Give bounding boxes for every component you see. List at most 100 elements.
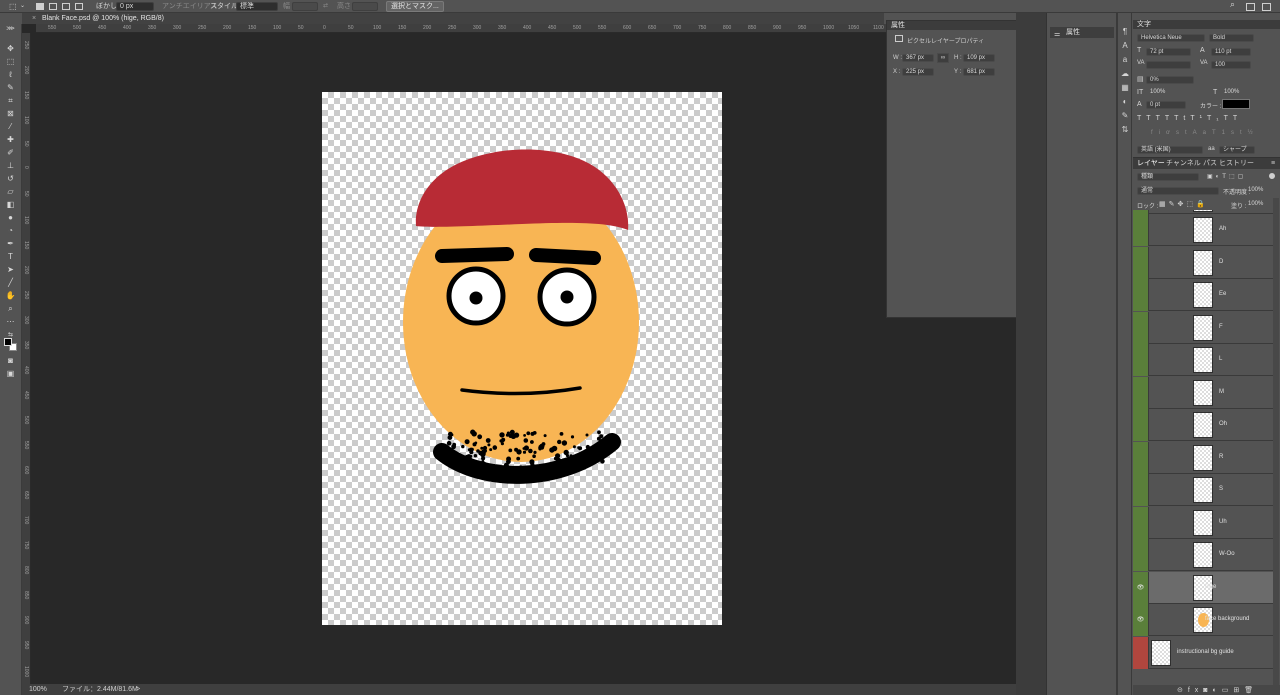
healing-tool-icon[interactable]: ✚ xyxy=(5,135,16,145)
document-tab[interactable]: × Blank Face.psd @ 100% (hige, RGB/8) xyxy=(22,13,172,24)
visibility-toggle[interactable] xyxy=(1133,246,1149,279)
baseline-field[interactable]: 0 pt xyxy=(1146,101,1186,109)
kerning-field[interactable] xyxy=(1146,61,1191,69)
layer-row[interactable]: L xyxy=(1133,344,1273,376)
all-caps-icon[interactable]: TT xyxy=(1156,115,1175,122)
quick-mask-icon[interactable]: ◙ xyxy=(5,356,16,366)
width-field[interactable]: 367 px xyxy=(902,54,934,62)
layer-row[interactable]: instructional bg guide xyxy=(1133,636,1273,669)
visibility-toggle[interactable] xyxy=(1133,506,1149,539)
select-and-mask-button[interactable]: 選択とマスク... xyxy=(386,1,444,12)
ligature-icon[interactable]: fi xyxy=(1151,130,1166,136)
filter-toggle-icon[interactable] xyxy=(1269,173,1275,179)
layer-footer-icons[interactable]: ⊝fx◙◐▭⊞🗑 xyxy=(1177,686,1258,694)
quick-select-tool-icon[interactable]: ✎ xyxy=(5,83,16,93)
gradient-tool-icon[interactable]: ◧ xyxy=(5,200,16,210)
underline-icon[interactable]: T xyxy=(1224,115,1233,122)
layer-filter-select[interactable]: 種類 xyxy=(1137,173,1199,181)
layers-scrollbar[interactable] xyxy=(1273,198,1279,688)
move-tool-icon[interactable]: ✥ xyxy=(5,44,16,54)
pen-tool-icon[interactable]: ✒ xyxy=(5,239,16,249)
share-icon[interactable] xyxy=(1262,3,1271,11)
toolbar-collapse-icon[interactable]: ⋙ xyxy=(5,24,16,34)
intersect-selection-icon[interactable] xyxy=(75,3,83,10)
visibility-toggle[interactable] xyxy=(1133,344,1149,376)
zoom-level[interactable]: 100% xyxy=(29,684,47,695)
tab-paths[interactable]: パス xyxy=(1203,160,1217,167)
layer-row[interactable]: 👁 hige xyxy=(1133,571,1273,604)
visibility-toggle[interactable] xyxy=(1133,474,1149,506)
visibility-toggle[interactable] xyxy=(1133,441,1149,474)
lock-icons[interactable]: ▦✎✥⬚🔒 xyxy=(1159,200,1208,208)
workspace-icon[interactable] xyxy=(1246,3,1255,11)
font-family-select[interactable]: Helvetica Neue xyxy=(1137,34,1205,42)
new-selection-icon[interactable] xyxy=(36,3,44,10)
foreground-color-swatch[interactable] xyxy=(4,338,12,346)
stamp-tool-icon[interactable]: ⊥ xyxy=(5,161,16,171)
hand-tool-icon[interactable]: ✋ xyxy=(5,291,16,301)
type-tool-icon[interactable]: T xyxy=(5,252,16,262)
visibility-toggle[interactable] xyxy=(1133,279,1149,311)
filter-type-icons[interactable]: ▣◐T⬚▢ xyxy=(1207,173,1246,180)
tool-preset-dropdown-icon[interactable]: ⌄ xyxy=(20,2,25,11)
discretionary-icon[interactable]: st xyxy=(1176,130,1193,136)
style-select[interactable]: 標準 xyxy=(236,2,278,11)
eyedropper-tool-icon[interactable]: ⁄ xyxy=(5,122,16,132)
subtract-selection-icon[interactable] xyxy=(62,3,70,10)
fraction-icon[interactable]: ½ xyxy=(1248,130,1259,136)
visibility-toggle[interactable] xyxy=(1133,214,1149,246)
channels-mixer-icon[interactable]: ⇅ xyxy=(1120,125,1130,134)
text-color-swatch[interactable] xyxy=(1222,99,1250,109)
titling-icon[interactable]: T xyxy=(1212,130,1222,136)
blur-tool-icon[interactable]: ● xyxy=(5,213,16,223)
opacity-field[interactable]: 100% xyxy=(1248,187,1263,193)
path-select-tool-icon[interactable]: ➤ xyxy=(5,265,16,275)
layer-row[interactable]: 👁 face background xyxy=(1133,604,1273,636)
search-icon[interactable]: ⌕ xyxy=(1230,0,1235,9)
width-input[interactable] xyxy=(292,2,318,11)
x-field[interactable]: 225 px xyxy=(902,68,934,76)
leading-field[interactable]: 110 pt xyxy=(1211,48,1251,56)
link-dimensions-icon[interactable]: ∞ xyxy=(937,53,949,63)
layer-row[interactable]: W-Oo xyxy=(1133,539,1273,571)
dodge-tool-icon[interactable]: ◔ xyxy=(5,226,16,236)
layer-row[interactable]: Uh xyxy=(1133,506,1273,539)
brush-tool-icon[interactable]: ✐ xyxy=(5,148,16,158)
marquee-tool-icon[interactable]: ⬚ xyxy=(9,2,17,11)
layer-row[interactable]: Ee xyxy=(1133,279,1273,311)
tab-channels[interactable]: チャンネル xyxy=(1166,160,1201,167)
tracking-field[interactable]: 100 xyxy=(1211,61,1251,69)
layer-row[interactable]: Ah xyxy=(1133,214,1273,246)
layer-row[interactable]: M xyxy=(1133,376,1273,409)
y-field[interactable]: 681 px xyxy=(963,68,995,76)
ordinal-icon[interactable]: 1st xyxy=(1222,130,1248,136)
height-field[interactable]: 109 px xyxy=(963,54,995,62)
font-size-field[interactable]: 72 pt xyxy=(1146,48,1191,56)
frame-tool-icon[interactable]: ⊠ xyxy=(5,109,16,119)
swap-icon[interactable]: ⇄ xyxy=(323,2,328,11)
add-selection-icon[interactable] xyxy=(49,3,57,10)
zoom-tool-icon[interactable]: ⌕ xyxy=(5,304,16,314)
glyphs-icon[interactable]: a xyxy=(1120,55,1130,64)
eye-icon[interactable]: 👁 xyxy=(1133,604,1149,636)
tab-history[interactable]: ヒストリー xyxy=(1219,160,1254,167)
libraries-icon[interactable]: ☁ xyxy=(1120,69,1130,78)
strikethrough-icon[interactable]: T xyxy=(1233,115,1242,122)
antialias-select[interactable]: シャープ xyxy=(1219,146,1255,154)
crop-tool-icon[interactable]: ⌗ xyxy=(5,96,16,106)
swash-icon[interactable]: A xyxy=(1193,130,1203,136)
ornament-icon[interactable]: ơ xyxy=(1166,130,1176,136)
layer-row[interactable]: R xyxy=(1133,441,1273,474)
eye-icon[interactable]: 👁 xyxy=(1133,571,1149,604)
layers-menu-icon[interactable]: ≡ xyxy=(1271,160,1275,167)
visibility-toggle[interactable] xyxy=(1133,311,1149,344)
layer-row[interactable]: S xyxy=(1133,474,1273,506)
horizontal-scale-field[interactable]: 100% xyxy=(1221,89,1261,97)
layer-row[interactable]: Oh xyxy=(1133,409,1273,441)
eraser-tool-icon[interactable]: ▱ xyxy=(5,187,16,197)
feather-input[interactable]: 0 px xyxy=(116,2,154,11)
superscript-icon[interactable]: T¹ xyxy=(1190,115,1207,122)
alternates-icon[interactable]: a xyxy=(1203,130,1212,136)
status-menu-arrow[interactable]: > xyxy=(136,684,140,695)
document-canvas[interactable] xyxy=(322,92,722,625)
